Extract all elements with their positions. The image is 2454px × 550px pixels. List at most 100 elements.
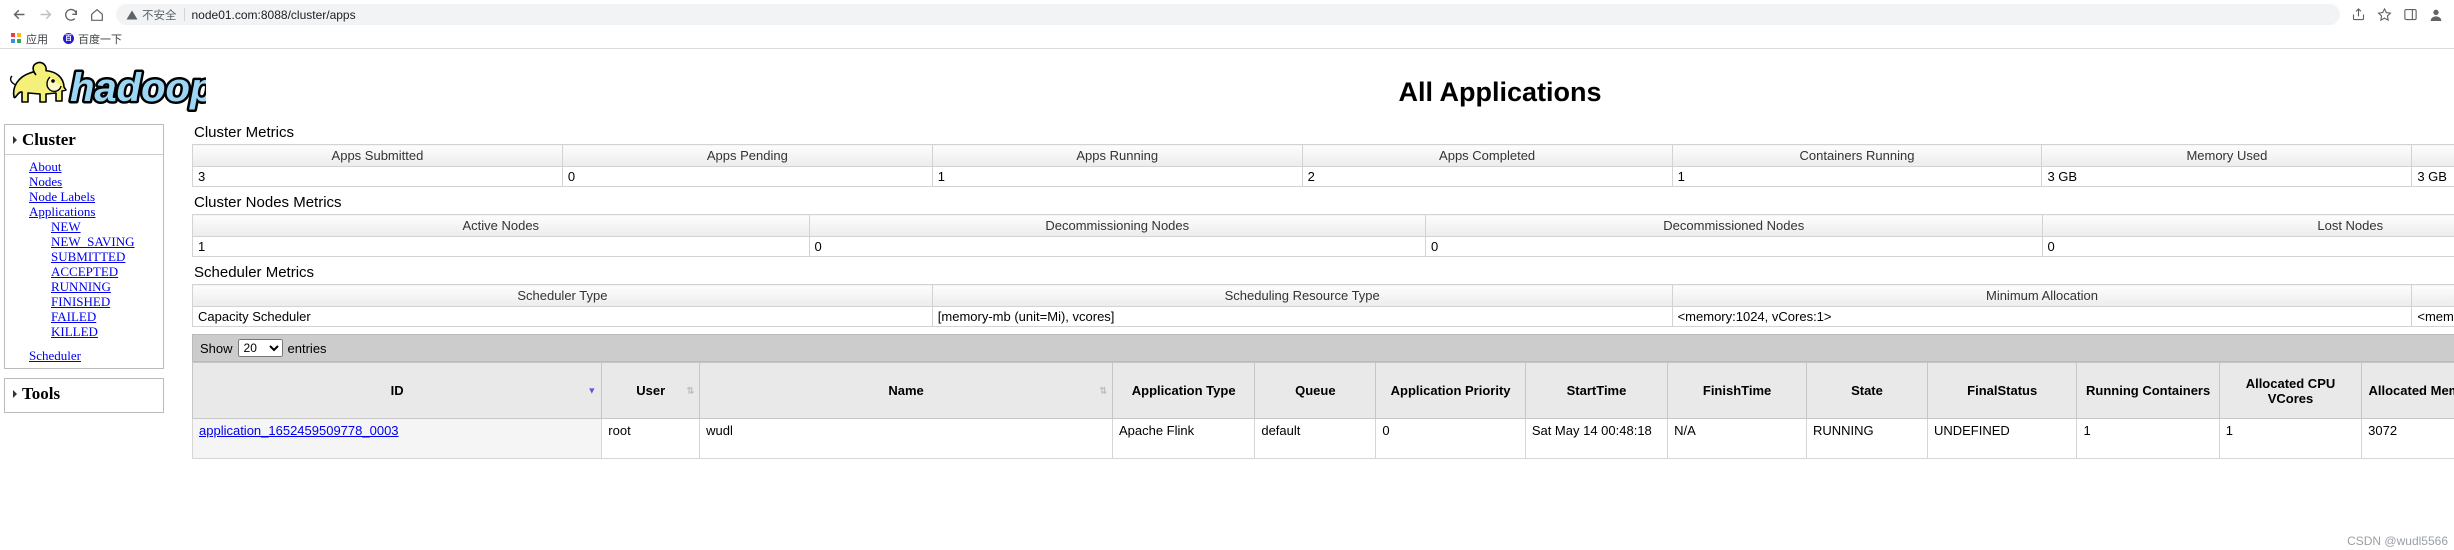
th-application-type[interactable]: Application Type	[1111, 362, 1256, 419]
cluster-nav-title: Cluster	[22, 130, 76, 149]
sort-desc-icon[interactable]: ▼	[587, 386, 596, 395]
table-row: Capacity Scheduler [memory-mb (unit=Mi),…	[192, 306, 2454, 327]
sidebar-item-nodes[interactable]: Nodes	[5, 174, 163, 189]
svg-text:hadoop: hadoop	[70, 66, 206, 110]
sidebar-item-new[interactable]: NEW	[5, 219, 163, 234]
sidebar-item-accepted[interactable]: ACCEPTED	[5, 264, 163, 279]
show-label: Show	[200, 340, 233, 356]
address-bar[interactable]: 不安全 node01.com:8088/cluster/apps	[116, 4, 2340, 25]
chevron-down-icon	[13, 136, 17, 144]
table-header-row: Active Nodes Decommissioning Nodes Decom…	[192, 214, 2454, 237]
cell-active-nodes[interactable]: 1	[192, 236, 810, 257]
hadoop-logo[interactable]: hadoop hadoop	[6, 57, 217, 117]
cell-apps-completed: 2	[1301, 166, 1673, 187]
cell-allocated-memory-mb: 3072	[2361, 418, 2454, 459]
th-maximum-allocation: Maximum Allocation	[2411, 284, 2454, 307]
th-id[interactable]: ID ▼	[191, 362, 603, 419]
home-icon[interactable]	[84, 2, 110, 28]
watermark: CSDN @wudl5566	[2347, 534, 2448, 548]
chrome-actions	[2346, 3, 2448, 27]
sidebar-item-running[interactable]: RUNNING	[5, 279, 163, 294]
th-minimum-allocation: Minimum Allocation	[1671, 284, 2413, 307]
sidebar-item-node-labels[interactable]: Node Labels	[5, 189, 163, 204]
table-header-row: Scheduler Type Scheduling Resource Type …	[192, 284, 2454, 307]
th-scheduling-resource-type: Scheduling Resource Type	[931, 284, 1673, 307]
page-size-select[interactable]: 20 50 100	[237, 339, 283, 357]
th-label: ID	[390, 383, 404, 398]
sidebar-item-submitted[interactable]: SUBMITTED	[5, 249, 163, 264]
bookmark-label: 应用	[26, 33, 48, 46]
bookmark-apps[interactable]: 应用	[6, 30, 53, 48]
th-queue[interactable]: Queue	[1254, 362, 1377, 419]
scheduler-metrics-title: Scheduler Metrics	[194, 264, 315, 281]
sidebar-item-applications[interactable]: Applications	[5, 204, 163, 219]
th-label: StartTime	[1566, 383, 1627, 398]
th-containers-running: Containers Running	[1671, 144, 2043, 167]
table-row: 1 0 0 0 0 0	[192, 236, 2454, 257]
cluster-nav-header[interactable]: Cluster	[5, 128, 163, 154]
tools-nav-header[interactable]: Tools	[5, 382, 163, 408]
th-name[interactable]: Name ⇅	[699, 362, 1113, 419]
security-label: 不安全	[142, 9, 177, 22]
th-finalstatus[interactable]: FinalStatus	[1926, 362, 2078, 419]
sidebar-item-new-saving[interactable]: NEW_SAVING	[5, 234, 163, 249]
th-finishtime[interactable]: FinishTime	[1667, 362, 1807, 419]
th-allocated-memory-mb[interactable]: Allocated Memory MB	[2361, 362, 2454, 419]
profile-avatar-icon[interactable]	[2424, 3, 2448, 27]
cell-id: application_1652459509778_0003	[191, 418, 603, 459]
th-apps-running: Apps Running	[931, 144, 1303, 167]
not-secure-warning-icon	[126, 9, 138, 21]
application-id-link[interactable]: application_1652459509778_0003	[199, 423, 399, 438]
cell-containers-running: 1	[1671, 166, 2043, 187]
chevron-right-icon	[13, 390, 17, 398]
th-label: Running Containers	[2086, 383, 2211, 398]
reload-icon[interactable]	[58, 2, 84, 28]
cell-memory-used: 3 GB	[2041, 166, 2413, 187]
cell-apps-submitted: 3	[192, 166, 563, 187]
th-memory-total: Memory Total	[2411, 144, 2454, 167]
th-starttime[interactable]: StartTime	[1524, 362, 1669, 419]
th-decommissioned-nodes: Decommissioned Nodes	[1425, 214, 2043, 237]
th-application-priority[interactable]: Application Priority	[1375, 362, 1526, 419]
sidebar-item-scheduler[interactable]: Scheduler	[5, 348, 163, 363]
sidebar-item-finished[interactable]: FINISHED	[5, 294, 163, 309]
sort-icon[interactable]: ⇅	[1099, 386, 1107, 395]
sort-icon[interactable]: ⇅	[687, 386, 695, 395]
cluster-metrics-table: Apps Submitted Apps Pending Apps Running…	[192, 144, 2454, 187]
side-panel-icon[interactable]	[2398, 3, 2422, 27]
th-apps-pending: Apps Pending	[561, 144, 933, 167]
cell-application-type: Apache Flink	[1111, 418, 1256, 459]
table-header-row: Apps Submitted Apps Pending Apps Running…	[192, 144, 2454, 167]
cluster-nodes-metrics-table: Active Nodes Decommissioning Nodes Decom…	[192, 214, 2454, 257]
url-text: node01.com:8088/cluster/apps	[191, 7, 356, 22]
th-running-containers[interactable]: Running Containers	[2076, 362, 2220, 419]
browser-chrome: 不安全 node01.com:8088/cluster/apps 应用 百 百度…	[0, 0, 2454, 49]
main-content: Cluster Metrics Apps Submitted Apps Pend…	[191, 124, 2454, 459]
bookmark-baidu[interactable]: 百 百度一下	[58, 30, 127, 48]
th-decommissioning-nodes: Decommissioning Nodes	[808, 214, 1426, 237]
cell-minimum-allocation: <memory:1024, vCores:1>	[1671, 306, 2413, 327]
table-row: application_1652459509778_0003 root wudl…	[191, 418, 2454, 459]
datatable-length-control: Show 20 50 100 entries	[192, 334, 2454, 362]
forward-arrow-icon[interactable]	[32, 2, 58, 28]
th-apps-completed: Apps Completed	[1301, 144, 1673, 167]
cell-scheduling-resource-type: [memory-mb (unit=Mi), vcores]	[931, 306, 1673, 327]
sidebar-item-killed[interactable]: KILLED	[5, 324, 163, 339]
th-state[interactable]: State	[1805, 362, 1928, 419]
tools-nav-title: Tools	[22, 384, 61, 403]
th-allocated-cpu-vcores[interactable]: Allocated CPU VCores	[2218, 362, 2363, 419]
applications-table: ID ▼ User ⇅ Name ⇅ Application Type Queue A…	[191, 362, 2454, 459]
bookmark-star-icon[interactable]	[2372, 3, 2396, 27]
th-lost-nodes: Lost Nodes	[2041, 214, 2454, 237]
cluster-nodes-metrics-title: Cluster Nodes Metrics	[194, 194, 342, 211]
share-icon[interactable]	[2346, 3, 2370, 27]
sidebar-item-about[interactable]: About	[5, 159, 163, 174]
th-apps-submitted: Apps Submitted	[192, 144, 563, 167]
omnibox-divider	[183, 8, 185, 21]
browser-toolbar: 不安全 node01.com:8088/cluster/apps	[0, 0, 2454, 29]
th-user[interactable]: User ⇅	[601, 362, 701, 419]
sidebar-item-failed[interactable]: FAILED	[5, 309, 163, 324]
page-title: All Applications	[1398, 77, 1602, 107]
back-arrow-icon[interactable]	[6, 2, 32, 28]
baidu-icon: 百	[63, 33, 74, 44]
